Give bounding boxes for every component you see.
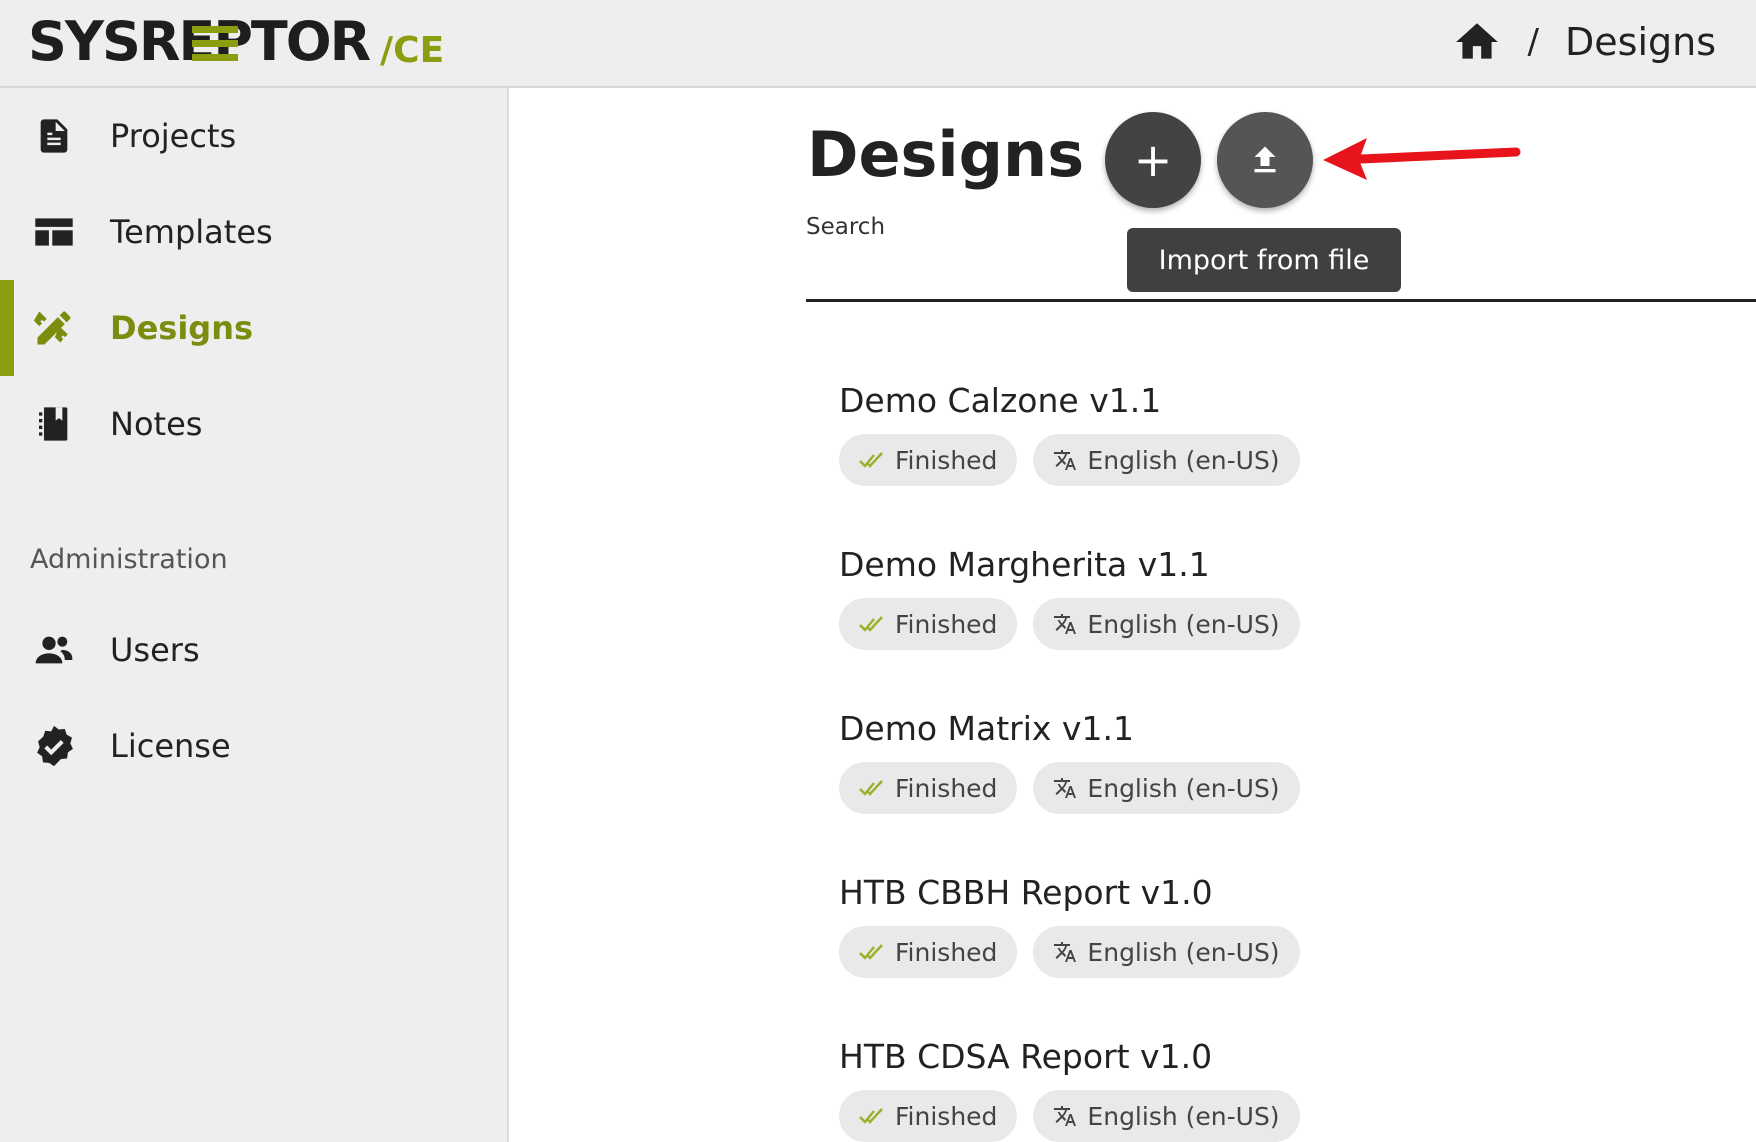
status-text: Finished (895, 937, 998, 967)
list-item[interactable]: Demo Margherita v1.1 Finished English (e… (839, 542, 1739, 650)
double-check-icon (859, 780, 883, 796)
file-document-icon (32, 114, 76, 158)
sidebar-item-label: Designs (110, 309, 254, 347)
status-text: Finished (895, 445, 998, 475)
language-text: English (en-US) (1087, 445, 1280, 475)
sidebar-item-templates[interactable]: Templates (0, 184, 507, 280)
list-item[interactable]: HTB CBBH Report v1.0 Finished English (e… (839, 870, 1739, 978)
breadcrumb-current: Designs (1565, 20, 1716, 64)
home-icon[interactable] (1452, 17, 1502, 67)
language-text: English (en-US) (1087, 1101, 1280, 1131)
double-check-icon (859, 452, 883, 468)
language-text: English (en-US) (1087, 773, 1280, 803)
status-text: Finished (895, 773, 998, 803)
sidebar-item-label: Templates (110, 213, 273, 251)
sidebar-item-designs[interactable]: Designs (0, 280, 507, 376)
sidebar-item-license[interactable]: License (0, 698, 507, 794)
notebook-icon (32, 402, 76, 446)
double-check-icon (859, 944, 883, 960)
sidebar-item-label: License (110, 727, 231, 765)
sidebar-item-label: Notes (110, 405, 203, 443)
list-item[interactable]: Demo Matrix v1.1 Finished English (en-US… (839, 706, 1739, 814)
language-chip: English (en-US) (1033, 926, 1300, 978)
top-app-bar: SYSREPTOR /CE / Designs (0, 0, 1756, 88)
users-icon (32, 628, 76, 672)
breadcrumb: / Designs (1452, 14, 1716, 70)
list-item[interactable]: Demo Calzone v1.1 Finished English (en-U… (839, 378, 1739, 486)
sidebar-item-notes[interactable]: Notes (0, 376, 507, 472)
administration-section-title: Administration (30, 544, 228, 575)
sidebar-item-projects[interactable]: Projects (0, 88, 507, 184)
translate-icon (1054, 778, 1077, 798)
double-check-icon (859, 616, 883, 632)
main-content: Designs + Import from file Search Demo C… (509, 88, 1756, 1142)
status-text: Finished (895, 1101, 998, 1131)
pencil-ruler-icon (32, 306, 76, 350)
design-name: Demo Margherita v1.1 (839, 545, 1210, 584)
status-chip: Finished (839, 926, 1018, 978)
svg-text:/CE: /CE (380, 30, 444, 71)
design-name: HTB CDSA Report v1.0 (839, 1037, 1213, 1076)
page-title: Designs (807, 118, 1085, 191)
verified-badge-icon (32, 724, 76, 768)
import-design-button[interactable] (1217, 112, 1313, 208)
language-chip: English (en-US) (1033, 1090, 1300, 1142)
language-chip: English (en-US) (1033, 598, 1300, 650)
language-text: English (en-US) (1087, 937, 1280, 967)
sidebar-item-label: Projects (110, 117, 237, 155)
design-name: HTB CBBH Report v1.0 (839, 873, 1213, 912)
sidebar-item-label: Users (110, 631, 200, 669)
add-design-button[interactable]: + (1105, 112, 1201, 208)
import-tooltip: Import from file (1127, 228, 1401, 292)
status-chip: Finished (839, 434, 1018, 486)
sidebar-item-users[interactable]: Users (0, 602, 507, 698)
language-text: English (en-US) (1087, 609, 1280, 639)
table-icon (32, 210, 76, 254)
annotation-arrow (1323, 138, 1521, 180)
search-input[interactable] (806, 299, 1756, 302)
plus-icon: + (1133, 133, 1173, 187)
status-chip: Finished (839, 1090, 1018, 1142)
status-chip: Finished (839, 598, 1018, 650)
double-check-icon (859, 1108, 883, 1124)
translate-icon (1054, 614, 1077, 634)
sysreptor-logo[interactable]: SYSREPTOR /CE (28, 10, 458, 72)
translate-icon (1054, 450, 1077, 470)
sidebar: Projects Templates Designs Notes Adminis… (0, 88, 509, 1142)
translate-icon (1054, 942, 1077, 962)
status-text: Finished (895, 609, 998, 639)
design-name: Demo Matrix v1.1 (839, 709, 1134, 748)
list-item[interactable]: HTB CDSA Report v1.0 Finished English (e… (839, 1034, 1739, 1142)
translate-icon (1054, 1106, 1077, 1126)
status-chip: Finished (839, 762, 1018, 814)
language-chip: English (en-US) (1033, 434, 1300, 486)
language-chip: English (en-US) (1033, 762, 1300, 814)
design-name: Demo Calzone v1.1 (839, 381, 1162, 420)
search-label: Search (806, 214, 886, 240)
upload-icon (1254, 146, 1276, 173)
breadcrumb-separator: / (1527, 22, 1539, 62)
